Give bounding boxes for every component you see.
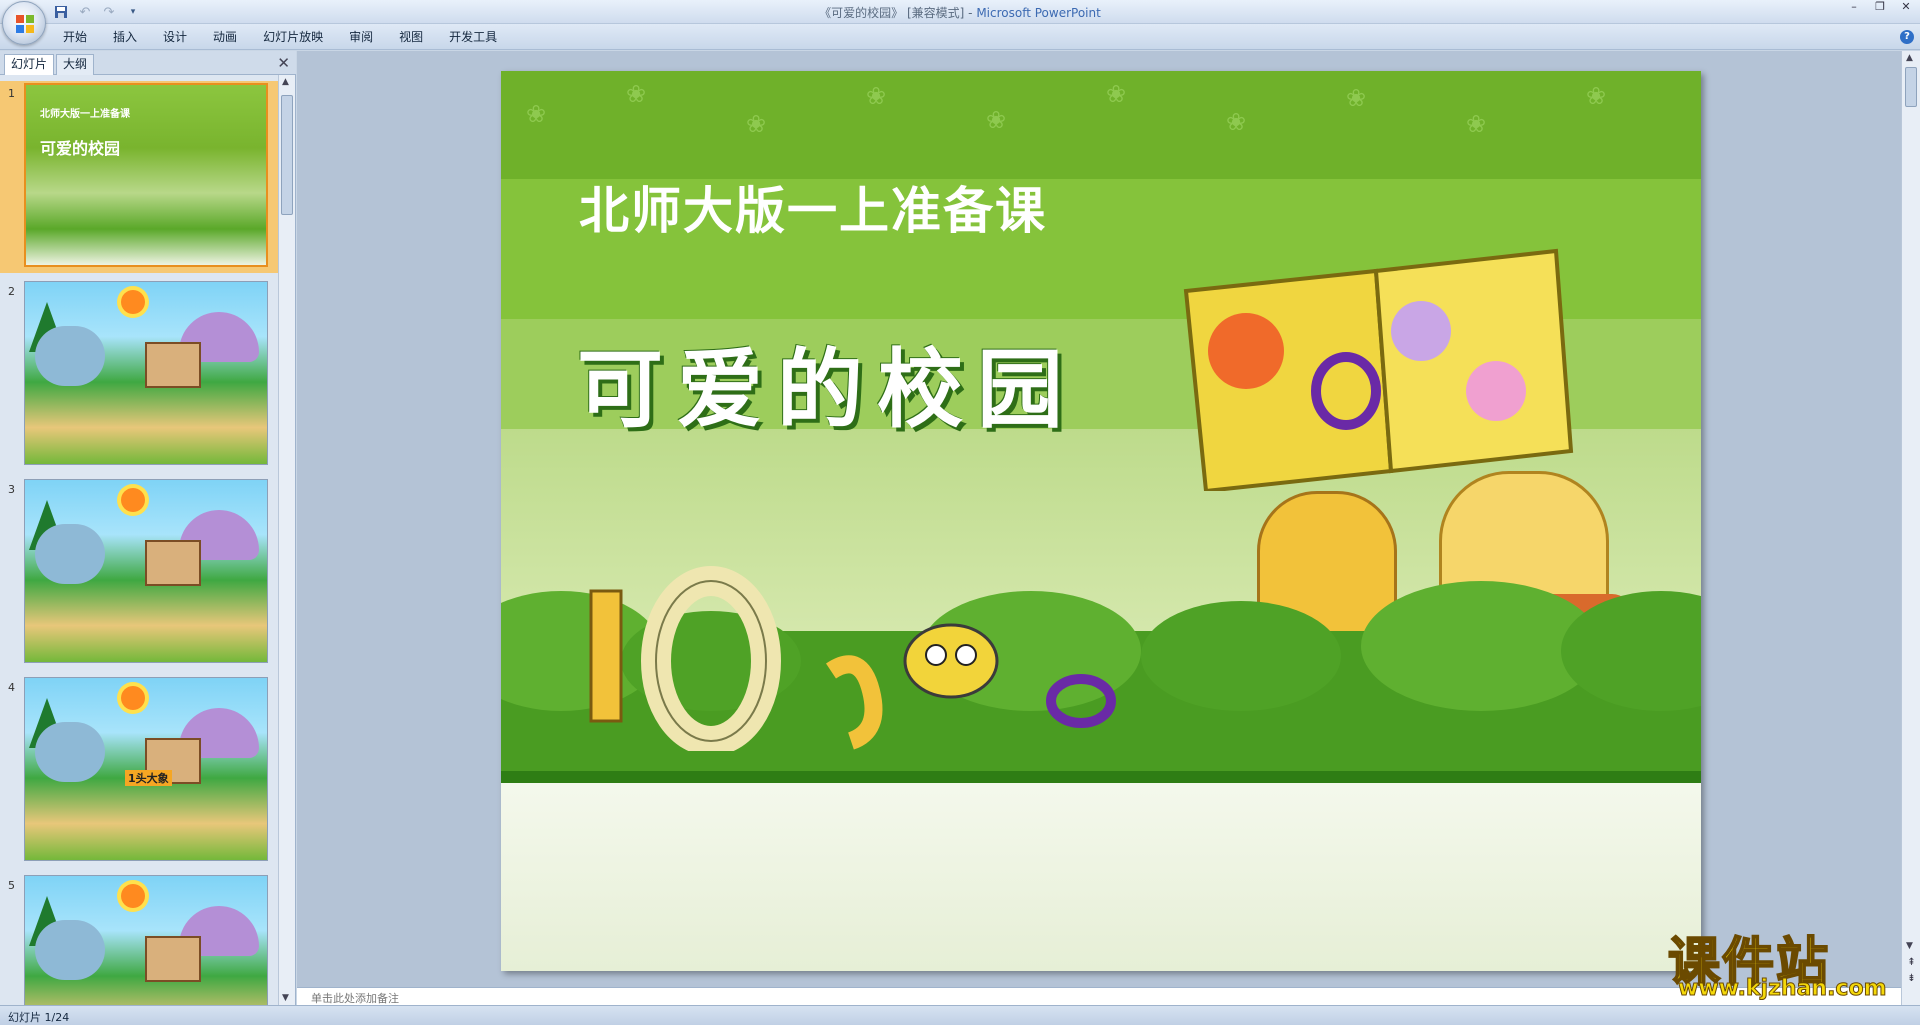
- notes-pane[interactable]: 单击此处添加备注: [297, 987, 1901, 1005]
- thumbnail-subtitle: 北师大版一上准备课: [40, 109, 130, 120]
- previous-slide-icon[interactable]: ⇞: [1905, 957, 1918, 971]
- slide-scrollbar[interactable]: ▲ ⇞ ⇟ ▼: [1901, 51, 1920, 1005]
- paw-print-icon: ❀: [1465, 110, 1487, 138]
- paw-print-icon: ❀: [745, 110, 767, 138]
- tab-design[interactable]: 设计: [150, 24, 200, 50]
- slides-pane: 幻灯片 大纲 ✕ 1 北师大版一上准备课 可爱的校园 2 3 4 1头大象 5 …: [0, 51, 296, 1005]
- slide-thumbnail-2[interactable]: 2: [0, 279, 278, 471]
- slide-thumbnail-3[interactable]: 3: [0, 477, 278, 669]
- window-title: 《可爱的校园》 [兼容模式] - Microsoft PowerPoint: [0, 4, 1920, 21]
- tab-animations[interactable]: 动画: [200, 24, 250, 50]
- watermark-url: www.kjzhan.com: [1678, 976, 1888, 1002]
- scroll-up-icon[interactable]: ▲: [282, 77, 289, 87]
- window-title-doc: 《可爱的校园》 [兼容模式] -: [819, 6, 977, 20]
- thumbnail-label: 1头大象: [125, 770, 172, 786]
- slide-thumbnail-1[interactable]: 1 北师大版一上准备课 可爱的校园: [0, 81, 278, 273]
- paw-print-icon: ❀: [1105, 80, 1127, 108]
- office-logo-icon: [16, 15, 34, 33]
- tab-insert[interactable]: 插入: [100, 24, 150, 50]
- grass-edge: [501, 771, 1701, 783]
- slide-title[interactable]: 可爱的校园: [577, 319, 1077, 444]
- ribbon-tab-bar: 开始 插入 设计 动画 幻灯片放映 审阅 视图 开发工具 ?: [0, 24, 1920, 50]
- thumbnail-image: [24, 479, 268, 663]
- paw-print-icon: ❀: [865, 82, 887, 110]
- slide-thumbnails: 1 北师大版一上准备课 可爱的校园 2 3 4 1头大象 5: [0, 75, 278, 1005]
- office-button[interactable]: [2, 1, 46, 45]
- undo-icon[interactable]: ↶: [76, 3, 94, 21]
- tab-review[interactable]: 审阅: [336, 24, 386, 50]
- status-bar: 幻灯片 1/24: [0, 1005, 1920, 1025]
- thumbnail-image: 北师大版一上准备课 可爱的校园: [24, 83, 268, 267]
- redo-icon[interactable]: ↷: [100, 3, 118, 21]
- window-title-app: Microsoft PowerPoint: [976, 6, 1101, 20]
- customize-qat-icon[interactable]: ▾: [124, 3, 142, 21]
- number-characters-illustration: [589, 566, 1116, 751]
- number-book-illustration: [1183, 248, 1574, 491]
- scroll-up-icon[interactable]: ▲: [1906, 53, 1913, 63]
- close-button[interactable]: ✕: [1894, 1, 1918, 15]
- title-bar: ↶ ↷ ▾ 《可爱的校园》 [兼容模式] - Microsoft PowerPo…: [0, 0, 1920, 24]
- scroll-thumb[interactable]: [1905, 67, 1917, 107]
- thumbnail-image: [24, 281, 268, 465]
- tab-outline[interactable]: 大纲: [56, 54, 95, 75]
- thumbnail-number: 2: [8, 285, 15, 298]
- scroll-down-icon[interactable]: ▼: [1906, 941, 1913, 951]
- slide-thumbnail-4[interactable]: 4 1头大象: [0, 675, 278, 867]
- pane-tabs: 幻灯片 大纲 ✕: [0, 51, 296, 75]
- slide-thumbnail-5[interactable]: 5: [0, 873, 278, 1005]
- close-icon[interactable]: ✕: [277, 54, 290, 72]
- slide-editing-area: ❀ ❀ ❀ ❀ ❀ ❀ ❀ ❀ ❀ ❀ 北师大版一上准备课 可爱的校园: [297, 51, 1901, 987]
- slide-subtitle[interactable]: 北师大版一上准备课: [579, 171, 1047, 243]
- paw-print-icon: ❀: [525, 100, 547, 128]
- thumbnail-image: [24, 875, 268, 1005]
- tab-home[interactable]: 开始: [50, 24, 100, 50]
- save-icon[interactable]: [52, 3, 70, 21]
- help-icon[interactable]: ?: [1900, 30, 1914, 44]
- minimize-button[interactable]: –: [1842, 1, 1866, 15]
- paw-print-icon: ❀: [625, 80, 647, 108]
- tab-view[interactable]: 视图: [386, 24, 436, 50]
- slide-counter: 幻灯片 1/24: [8, 1011, 70, 1024]
- paw-print-icon: ❀: [1585, 82, 1607, 110]
- quick-access-toolbar: ↶ ↷ ▾: [52, 3, 142, 21]
- current-slide[interactable]: ❀ ❀ ❀ ❀ ❀ ❀ ❀ ❀ ❀ ❀ 北师大版一上准备课 可爱的校园: [501, 71, 1701, 971]
- tab-slides[interactable]: 幻灯片: [4, 54, 55, 75]
- thumbnail-number: 1: [8, 87, 15, 100]
- next-slide-icon[interactable]: ⇟: [1905, 973, 1918, 987]
- thumbnails-scrollbar[interactable]: ▲ ▼: [278, 75, 295, 1005]
- bush: [1141, 601, 1341, 711]
- restore-button[interactable]: ❐: [1868, 1, 1892, 15]
- scroll-thumb[interactable]: [281, 95, 293, 215]
- thumbnail-image: 1头大象: [24, 677, 268, 861]
- tab-slide-show[interactable]: 幻灯片放映: [250, 24, 336, 50]
- watermark-logo: 课件站 www.kjzhan.com: [1667, 920, 1898, 1005]
- paw-print-icon: ❀: [1345, 84, 1367, 112]
- thumbnail-number: 4: [8, 681, 15, 694]
- thumbnail-number: 5: [8, 879, 15, 892]
- thumbnail-title: 可爱的校园: [40, 139, 121, 158]
- paw-print-icon: ❀: [1225, 108, 1247, 136]
- thumbnail-number: 3: [8, 483, 15, 496]
- notes-placeholder: 单击此处添加备注: [311, 992, 399, 1005]
- window-controls: – ❐ ✕: [1842, 1, 1918, 15]
- paw-print-icon: ❀: [985, 106, 1007, 134]
- slide-bottom: [501, 783, 1701, 971]
- scroll-down-icon[interactable]: ▼: [282, 993, 289, 1003]
- tab-developer[interactable]: 开发工具: [436, 24, 510, 50]
